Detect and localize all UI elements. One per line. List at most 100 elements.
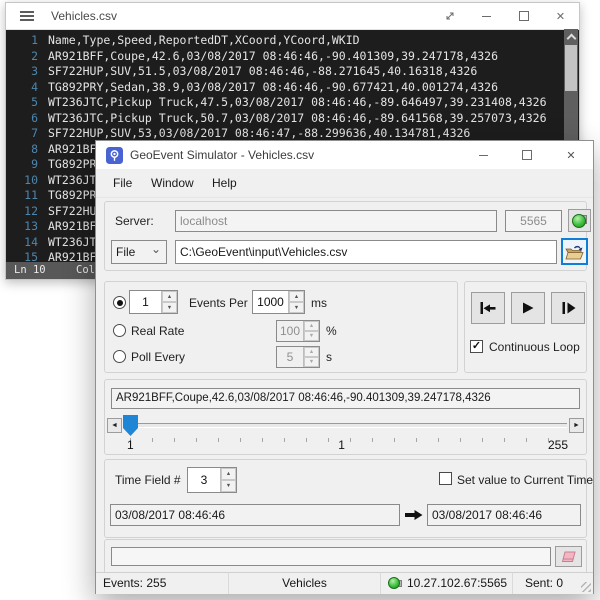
line-text: TG892PRY,Sedan,38.9,03/08/2017 08:46:46,… bbox=[48, 80, 498, 96]
event-count-spinner[interactable]: 1 ▲▼ bbox=[129, 290, 178, 314]
menu-help[interactable]: Help bbox=[212, 169, 237, 197]
spin-down-icon[interactable]: ▼ bbox=[304, 331, 319, 341]
csv-line: 4 TG892PRY,Sedan,38.9,03/08/2017 08:46:46… bbox=[6, 80, 564, 96]
skip-to-start-button[interactable] bbox=[471, 292, 505, 324]
status-events: Events: 255 bbox=[96, 573, 229, 594]
interval-value: 1000 bbox=[253, 291, 288, 313]
simulator-window-title: GeoEvent Simulator - Vehicles.csv bbox=[130, 141, 314, 169]
csv-line: 2AR921BFF,Coupe,42.6,03/08/2017 08:46:46… bbox=[6, 49, 564, 65]
time-field-value: 3 bbox=[188, 468, 220, 492]
slider-right-button[interactable]: ► bbox=[569, 418, 584, 433]
current-event-group: AR921BFF,Coupe,42.6,03/08/2017 08:46:46,… bbox=[104, 379, 587, 455]
status-endpoint: 10.27.102.67:5565 bbox=[407, 573, 507, 593]
line-text: SF722HUP,SUV,51.5,03/08/2017 08:46:46,-8… bbox=[48, 64, 477, 80]
poll-spinner[interactable]: 5 ▲▼ bbox=[276, 346, 320, 368]
menu-hamburger-icon[interactable] bbox=[20, 11, 34, 21]
playback-group: ✓ Continuous Loop bbox=[464, 281, 587, 373]
line-number: 10 bbox=[6, 173, 38, 189]
browse-file-button[interactable] bbox=[561, 238, 588, 265]
scrollbar-thumb[interactable] bbox=[565, 45, 577, 91]
menu-file[interactable]: File bbox=[113, 169, 132, 197]
source-type-dropdown[interactable]: File ⌄ bbox=[111, 240, 167, 264]
slider-left-button[interactable]: ◄ bbox=[107, 418, 122, 433]
line-text: WT236JTC,Pickup Truck,47.5,03/08/2017 08… bbox=[48, 95, 547, 111]
close-button[interactable]: ✕ bbox=[542, 3, 579, 29]
close-button[interactable]: ✕ bbox=[549, 141, 593, 169]
geoevent-simulator-window: GeoEvent Simulator - Vehicles.csv ✕ File… bbox=[95, 140, 594, 594]
line-text: WT236JT bbox=[48, 235, 96, 251]
chevron-up-icon bbox=[566, 33, 576, 43]
csv-line: 1Name,Type,Speed,ReportedDT,XCoord,YCoor… bbox=[6, 33, 564, 49]
server-label: Server: bbox=[115, 214, 154, 228]
continuous-loop-label: Continuous Loop bbox=[489, 340, 580, 354]
event-slider-track[interactable] bbox=[124, 423, 567, 428]
step-forward-button[interactable] bbox=[551, 292, 585, 324]
open-folder-icon bbox=[565, 244, 584, 260]
minimize-icon bbox=[479, 155, 488, 156]
fixed-rate-radio[interactable] bbox=[113, 296, 126, 309]
poll-value: 5 bbox=[277, 347, 303, 367]
time-field-label: Time Field # bbox=[115, 473, 181, 487]
status-connection-icon bbox=[388, 577, 400, 589]
poll-unit-label: s bbox=[326, 350, 332, 364]
spin-up-icon[interactable]: ▲ bbox=[289, 291, 304, 302]
menu-window[interactable]: Window bbox=[151, 169, 194, 197]
fullscreen-button[interactable] bbox=[431, 3, 468, 29]
minimize-button[interactable] bbox=[468, 3, 505, 29]
minimize-icon bbox=[482, 16, 491, 17]
menubar: File Window Help bbox=[96, 169, 593, 198]
current-event-field[interactable]: AR921BFF,Coupe,42.6,03/08/2017 08:46:46,… bbox=[111, 388, 580, 409]
slider-min-label: 1 bbox=[127, 438, 134, 452]
maximize-button[interactable] bbox=[505, 3, 542, 29]
minimize-button[interactable] bbox=[461, 141, 505, 169]
editor-titlebar[interactable]: Vehicles.csv ✕ bbox=[6, 3, 579, 30]
slider-mid-label: 1 bbox=[338, 438, 345, 452]
interval-spinner[interactable]: 1000 ▲▼ bbox=[252, 290, 305, 314]
spin-down-icon[interactable]: ▼ bbox=[221, 480, 236, 492]
source-type-value: File bbox=[116, 245, 135, 259]
server-input[interactable]: localhost bbox=[175, 210, 497, 232]
column-indicator: Col bbox=[76, 262, 95, 279]
spin-down-icon[interactable]: ▼ bbox=[162, 302, 177, 313]
resize-grip[interactable] bbox=[581, 582, 591, 592]
message-field[interactable] bbox=[111, 547, 551, 566]
real-rate-spinner[interactable]: 100 ▲▼ bbox=[276, 320, 320, 342]
real-rate-radio[interactable] bbox=[113, 324, 126, 337]
maximize-icon bbox=[522, 150, 532, 160]
line-number: 8 bbox=[6, 142, 38, 158]
maximize-button[interactable] bbox=[505, 141, 549, 169]
line-number: 4 bbox=[6, 80, 38, 96]
scrollbar-up-button[interactable] bbox=[564, 29, 578, 44]
poll-every-radio[interactable] bbox=[113, 350, 126, 363]
line-number: 12 bbox=[6, 204, 38, 220]
play-button[interactable] bbox=[511, 292, 545, 324]
simulator-statusbar: Events: 255 Vehicles 10.27.102.67:5565 S… bbox=[96, 572, 593, 594]
time-field-group: Time Field # 3 ▲▼ Set value to Current T… bbox=[104, 459, 587, 538]
file-path-input[interactable]: C:\GeoEvent\input\Vehicles.csv bbox=[175, 240, 557, 264]
play-icon bbox=[519, 301, 537, 315]
line-text: TG892PR bbox=[48, 157, 96, 173]
check-icon: ✓ bbox=[472, 340, 481, 352]
spin-up-icon[interactable]: ▲ bbox=[304, 321, 319, 331]
output-time-field[interactable]: 03/08/2017 08:46:46 bbox=[427, 504, 581, 526]
event-time-field[interactable]: 03/08/2017 08:46:46 bbox=[110, 504, 400, 526]
spin-up-icon[interactable]: ▲ bbox=[162, 291, 177, 302]
skip-to-start-icon bbox=[479, 301, 497, 315]
clear-button[interactable] bbox=[555, 546, 582, 567]
spin-down-icon[interactable]: ▼ bbox=[289, 302, 304, 313]
spin-up-icon[interactable]: ▲ bbox=[221, 468, 236, 480]
time-field-spinner[interactable]: 3 ▲▼ bbox=[187, 467, 237, 493]
line-text: AR921BFF,Coupe,42.6,03/08/2017 08:46:46,… bbox=[48, 49, 498, 65]
event-slider-thumb[interactable] bbox=[123, 415, 138, 436]
spin-down-icon[interactable]: ▼ bbox=[304, 357, 319, 367]
spin-up-icon[interactable]: ▲ bbox=[304, 347, 319, 357]
event-count-value: 1 bbox=[130, 291, 161, 313]
continuous-loop-checkbox[interactable]: ✓ bbox=[470, 340, 483, 353]
port-input[interactable]: 5565 bbox=[505, 210, 562, 232]
real-rate-unit-label: % bbox=[326, 324, 337, 338]
connect-button[interactable] bbox=[568, 209, 591, 232]
expand-icon bbox=[444, 10, 456, 22]
set-current-time-checkbox[interactable] bbox=[439, 472, 452, 485]
line-number: 15 bbox=[6, 250, 38, 262]
simulator-titlebar[interactable]: GeoEvent Simulator - Vehicles.csv ✕ bbox=[96, 141, 593, 169]
